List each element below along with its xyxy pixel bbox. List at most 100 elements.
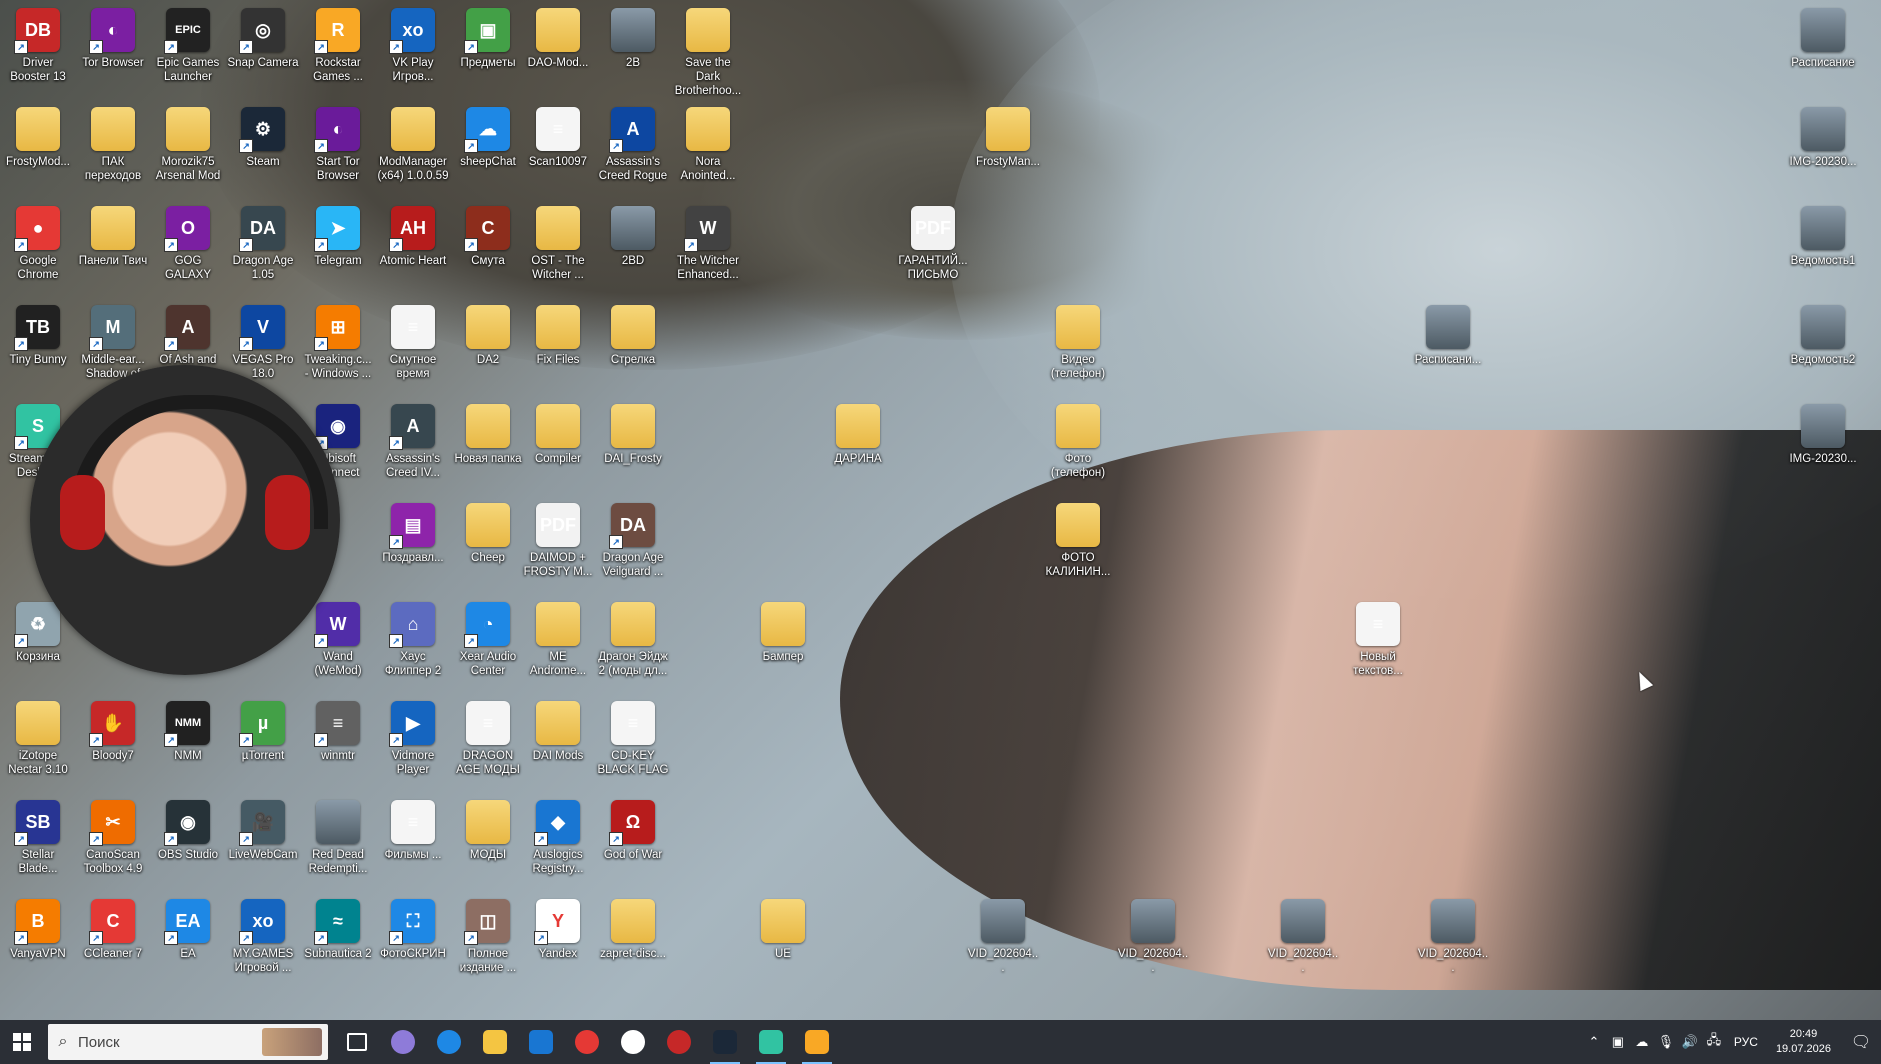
desktop-icon[interactable]: ModManager (x64) 1.0.0.59 xyxy=(375,101,451,197)
start-button[interactable] xyxy=(0,1020,44,1064)
desktop-icon[interactable]: ≡ Scan10097 xyxy=(520,101,596,197)
desktop-icon[interactable]: ▶ ↗ Vidmore Player xyxy=(375,695,451,791)
desktop-icon[interactable]: xo ↗ MY.GAMES Игровой ... xyxy=(225,893,301,989)
desktop-icon[interactable]: ▤ ↗ Поздравл... xyxy=(375,497,451,593)
desktop-icon[interactable]: ◐ ↗ Tor Browser xyxy=(75,2,151,98)
desktop-icon[interactable]: ◫ ↗ Полное издание ... xyxy=(450,893,526,989)
desktop-icon[interactable]: PDF DAIMOD + FROSTY M... xyxy=(520,497,596,593)
desktop-icon[interactable]: 🎥 ↗ LiveWebCam xyxy=(225,794,301,890)
chevron-up-icon[interactable]: ⌃ xyxy=(1582,1034,1606,1050)
desktop-icon[interactable]: Save the Dark Brotherhoo... xyxy=(670,2,746,98)
desktop-icon[interactable]: DB ↗ Driver Booster 13 xyxy=(0,2,76,98)
desktop-icon[interactable]: DAI Mods xyxy=(520,695,596,791)
desktop-icon[interactable]: ⊞ ↗ Tweaking.c... - Windows ... xyxy=(300,299,376,395)
desktop-icon[interactable]: ≡ DRAGON AGE МОДЫ xyxy=(450,695,526,791)
desktop-icon[interactable]: DA2 xyxy=(450,299,526,395)
taskbar-app-button[interactable] xyxy=(656,1020,702,1064)
desktop-icon[interactable]: С ↗ Смута xyxy=(450,200,526,296)
notification-center-icon[interactable]: 🗨 xyxy=(1841,1032,1881,1052)
desktop-icon[interactable]: A ↗ Assassin's Creed Rogue xyxy=(595,101,671,197)
desktop-icon[interactable]: VID_202604... xyxy=(1415,893,1491,989)
desktop-icon[interactable]: ≡ Фильмы ... xyxy=(375,794,451,890)
desktop-icon[interactable]: ☁ ↗ sheepChat xyxy=(450,101,526,197)
language-indicator[interactable]: РУС xyxy=(1734,1035,1758,1049)
desktop-icon[interactable]: ПАК переходов xyxy=(75,101,151,197)
desktop-icon[interactable]: DA ↗ Dragon Age Veilguard ... xyxy=(595,497,671,593)
desktop-icon[interactable]: ⛶ ↗ ФотоСКРИН xyxy=(375,893,451,989)
desktop-icon[interactable]: PDF ГАРАНТИЙ... ПИСЬМО xyxy=(895,200,971,296)
desktop-icon[interactable]: DAI_Frosty xyxy=(595,398,671,494)
desktop-icon[interactable]: Y ↗ Yandex xyxy=(520,893,596,989)
desktop-icon[interactable]: МОДЫ xyxy=(450,794,526,890)
taskbar-app-button[interactable] xyxy=(334,1020,380,1064)
tray-app-icon[interactable]: ▣ xyxy=(1606,1034,1630,1050)
desktop-icon[interactable]: W ↗ Wand (WeMod) xyxy=(300,596,376,692)
microphone-icon[interactable]: 🎙 xyxy=(1654,1034,1678,1050)
desktop-icon[interactable]: Стрелка xyxy=(595,299,671,395)
desktop-icon[interactable]: Видео (телефон) xyxy=(1040,299,1116,395)
taskbar-app-button[interactable] xyxy=(426,1020,472,1064)
desktop-icon[interactable]: ⌂ ↗ Хаус Флиппер 2 xyxy=(375,596,451,692)
desktop-icon[interactable]: ◎ ↗ Snap Camera xyxy=(225,2,301,98)
desktop-icon[interactable]: A ↗ Assassin's Creed IV... xyxy=(375,398,451,494)
desktop-icon[interactable]: EA ↗ EA xyxy=(150,893,226,989)
desktop-icon[interactable]: B ↗ VanyaVPN xyxy=(0,893,76,989)
desktop-icon[interactable]: VID_202604... xyxy=(1115,893,1191,989)
desktop-icon[interactable]: ≡ Новый текстов... xyxy=(1340,596,1416,692)
desktop-icon[interactable]: EPIC ↗ Epic Games Launcher xyxy=(150,2,226,98)
desktop-icon[interactable]: ≡ ↗ winmtr xyxy=(300,695,376,791)
taskbar-app-button[interactable] xyxy=(748,1020,794,1064)
desktop-icon[interactable]: Расписание xyxy=(1785,2,1861,98)
desktop-icon[interactable]: ◆ ↗ Auslogics Registry... xyxy=(520,794,596,890)
desktop-icon[interactable]: DA ↗ Dragon Age 1.05 xyxy=(225,200,301,296)
desktop-icon[interactable]: 2BD xyxy=(595,200,671,296)
desktop-icon[interactable]: xo ↗ VK Play Игров... xyxy=(375,2,451,98)
desktop-icon[interactable]: VID_202604... xyxy=(965,893,1041,989)
desktop-icon[interactable]: ≡ Смутное время xyxy=(375,299,451,395)
desktop-icon[interactable]: Фото (телефон) xyxy=(1040,398,1116,494)
desktop-icon[interactable]: ✂ ↗ CanoScan Toolbox 4.9 xyxy=(75,794,151,890)
desktop-icon[interactable]: Бампер xyxy=(745,596,821,692)
desktop-icon[interactable]: R ↗ Rockstar Games ... xyxy=(300,2,376,98)
desktop-icon[interactable]: µ ↗ µTorrent xyxy=(225,695,301,791)
desktop-icon[interactable]: ⚙ ↗ Steam xyxy=(225,101,301,197)
desktop-icon[interactable]: DAO-Mod... xyxy=(520,2,596,98)
desktop-icon[interactable]: ◉ ↗ OBS Studio xyxy=(150,794,226,890)
desktop-icon[interactable]: iZotope Nectar 3.10 xyxy=(0,695,76,791)
desktop-icon[interactable]: ✋ ↗ Bloody7 xyxy=(75,695,151,791)
taskbar-search-box[interactable]: ⌕ Поиск xyxy=(48,1024,328,1060)
desktop-icon[interactable]: ◐ ↗ Start Tor Browser xyxy=(300,101,376,197)
desktop-icon[interactable]: Ведомость1 xyxy=(1785,200,1861,296)
desktop-icon[interactable]: TB ↗ Tiny Bunny xyxy=(0,299,76,395)
desktop-icon[interactable]: Расписани... xyxy=(1410,299,1486,395)
taskbar-app-button[interactable] xyxy=(564,1020,610,1064)
desktop-icon[interactable]: Драгон Эйдж 2 (моды дл... xyxy=(595,596,671,692)
desktop-icon[interactable]: AH ↗ Atomic Heart xyxy=(375,200,451,296)
desktop-icon[interactable]: ● ↗ Google Chrome xyxy=(0,200,76,296)
desktop-icon[interactable]: IMG-20230... xyxy=(1785,398,1861,494)
desktop-icon[interactable]: O ↗ GOG GALAXY xyxy=(150,200,226,296)
desktop-icon[interactable]: 2B xyxy=(595,2,671,98)
taskbar-app-button[interactable] xyxy=(518,1020,564,1064)
taskbar-app-button[interactable] xyxy=(610,1020,656,1064)
desktop-icon[interactable]: Панели Твич xyxy=(75,200,151,296)
cloud-icon[interactable]: ☁ xyxy=(1630,1034,1654,1050)
desktop-icon[interactable]: zapret-disc... xyxy=(595,893,671,989)
desktop-icon[interactable]: Nora Anointed... xyxy=(670,101,746,197)
desktop-icon[interactable]: Ведомость2 xyxy=(1785,299,1861,395)
desktop-icon[interactable]: OST - The Witcher ... xyxy=(520,200,596,296)
desktop-icon[interactable]: Red Dead Redempti... xyxy=(300,794,376,890)
desktop-icon[interactable]: ФОТО КАЛИНИН... xyxy=(1040,497,1116,593)
desktop-icon[interactable]: Morozik75 Arsenal Mod xyxy=(150,101,226,197)
desktop-icon[interactable]: VID_202604... xyxy=(1265,893,1341,989)
desktop-icon[interactable]: FrostyMan... xyxy=(970,101,1046,197)
desktop-icon[interactable]: C ↗ CCleaner 7 xyxy=(75,893,151,989)
desktop-icon[interactable]: ➤ ↗ Telegram xyxy=(300,200,376,296)
desktop-icon[interactable]: Compiler xyxy=(520,398,596,494)
speaker-icon[interactable]: 🔊 xyxy=(1678,1034,1702,1050)
desktop-icon[interactable]: SB ↗ Stellar Blade... xyxy=(0,794,76,890)
desktop-icon[interactable]: IMG-20230... xyxy=(1785,101,1861,197)
desktop-icon[interactable]: ≡ CD-KEY BLACK FLAG xyxy=(595,695,671,791)
desktop-icon[interactable]: W ↗ The Witcher Enhanced... xyxy=(670,200,746,296)
taskbar-app-button[interactable] xyxy=(702,1020,748,1064)
